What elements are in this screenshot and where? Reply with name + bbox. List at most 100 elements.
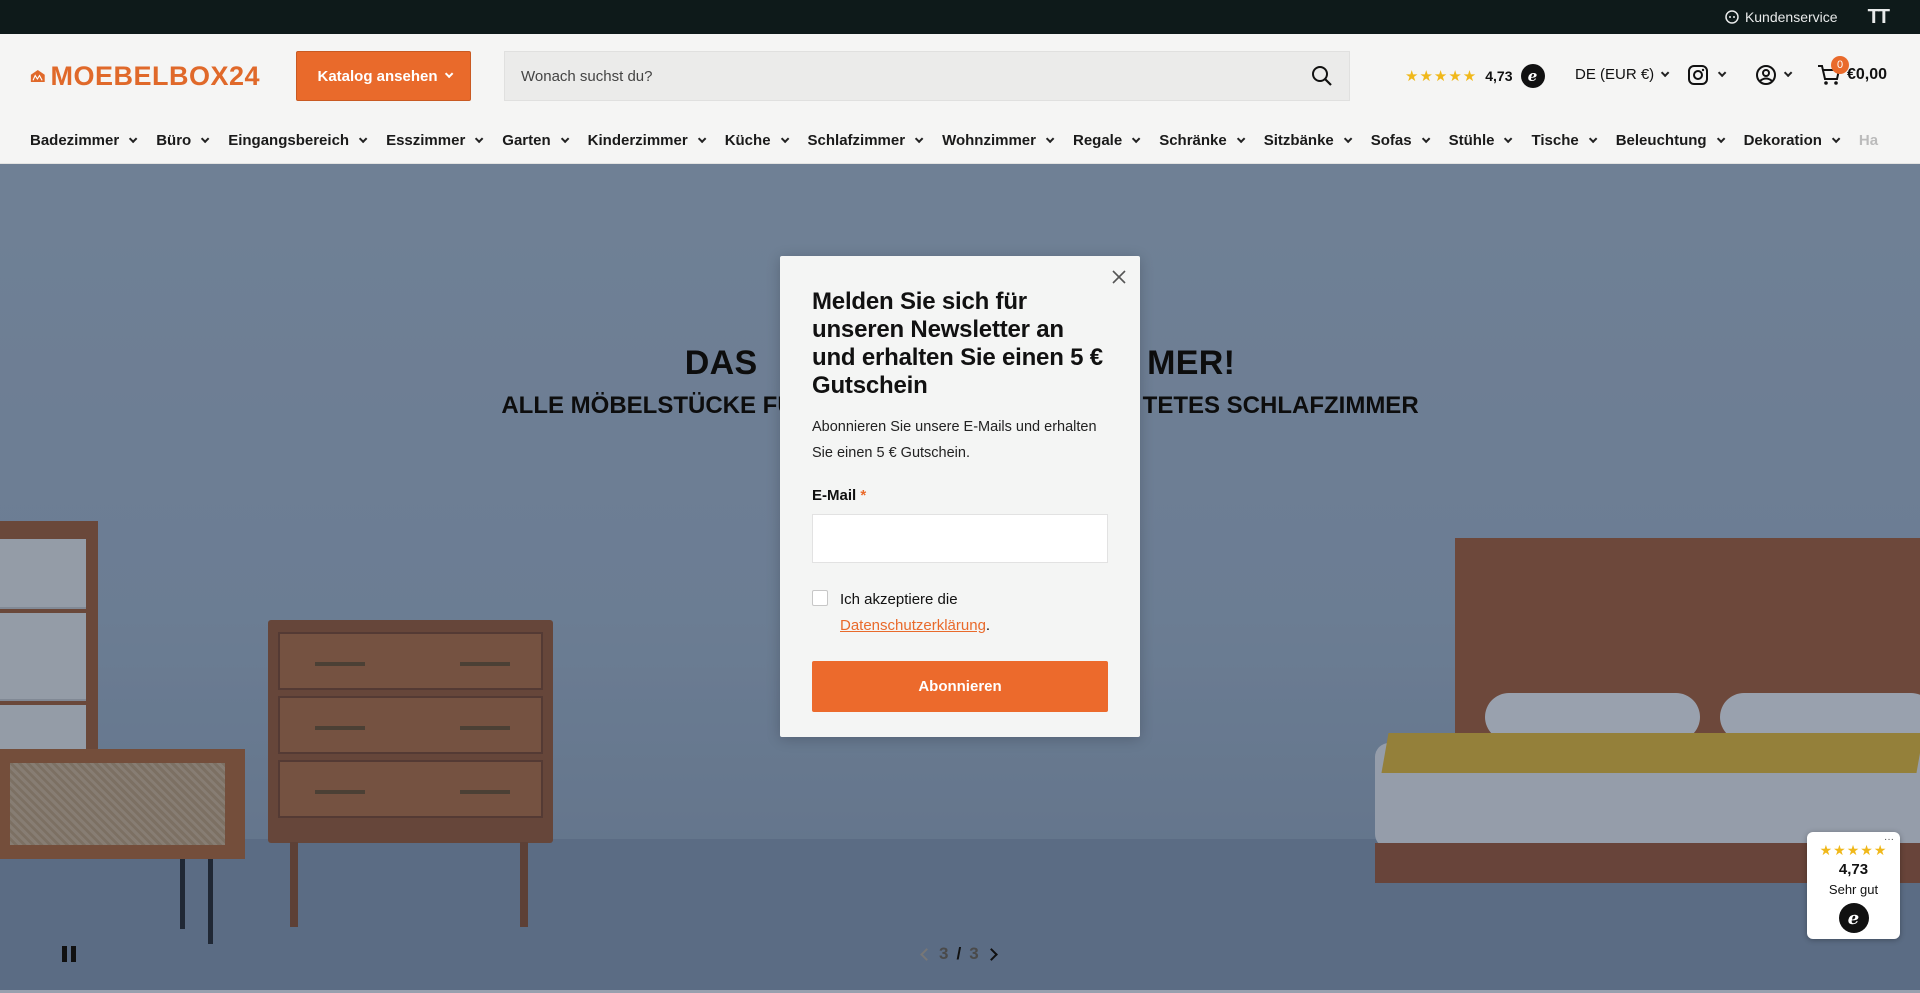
nav-item-0[interactable]: Badezimmer [30, 132, 138, 149]
customer-service-label: Kundenservice [1744, 9, 1838, 25]
nav-item-overflow[interactable]: Ha [1859, 132, 1878, 149]
nav-item-label: Garten [502, 132, 551, 149]
modal-description: Abonnieren Sie unsere E-Mails und erhalt… [812, 419, 1097, 462]
slideshow-pause-button[interactable] [62, 946, 76, 962]
nav-item-label: Sofas [1370, 132, 1412, 149]
consent-text: Ich akzeptiere die Datenschutzerklärung. [840, 590, 991, 634]
nav-item-label: Küche [724, 132, 771, 149]
nav-item-16[interactable]: Dekoration [1743, 132, 1841, 149]
nav-item-5[interactable]: Kinderzimmer [587, 132, 707, 149]
main-nav: Badezimmer Büro Eingangsbereich Esszimmer Ga… [0, 118, 1920, 164]
text-size-icon[interactable]: TT [1868, 6, 1890, 29]
search-bar [504, 51, 1350, 101]
nav-item-1[interactable]: Büro [156, 132, 210, 149]
user-icon [1756, 65, 1776, 85]
chevron-down-icon [1421, 134, 1430, 143]
nav-item-6[interactable]: Küche [724, 132, 789, 149]
nav-item-2[interactable]: Eingangsbereich [228, 132, 368, 149]
nav-item-label: Stühle [1448, 132, 1495, 149]
nav-item-label: Regale [1072, 132, 1123, 149]
nav-item-label: Sitzbänke [1263, 132, 1334, 149]
customer-service-link[interactable]: Kundenservice [1725, 9, 1838, 25]
catalog-button[interactable]: Katalog ansehen [296, 51, 471, 101]
nav-item-label: Eingangsbereich [228, 132, 350, 149]
locale-label: DE (EUR €) [1575, 66, 1655, 83]
chevron-down-icon [129, 134, 138, 143]
chevron-down-icon [444, 69, 453, 79]
chevron-right-icon[interactable] [984, 947, 998, 961]
header-rating[interactable]: ★★★★★ 4,73 e [1405, 64, 1545, 88]
slide-total: 3 [969, 944, 979, 963]
slideshow-pager: 3 / 3 [920, 944, 998, 964]
badge-verdict: Sehr gut [1828, 882, 1879, 897]
modal-title: Melden Sie sich für unseren Newsletter a… [812, 288, 1103, 400]
instagram-menu[interactable] [1687, 64, 1727, 86]
chevron-down-icon [1343, 134, 1353, 143]
nav-item-label: Tische [1531, 132, 1579, 149]
badge-stars: ★★★★★ [1819, 842, 1888, 858]
search-input[interactable] [521, 67, 1311, 85]
cart-button[interactable]: 0 €0,00 [1817, 56, 1888, 86]
site-header: MOEBELBOX24 Katalog ansehen ★★★★★ 4,73 e… [0, 34, 1920, 118]
trusted-shops-badge[interactable]: ··· ★★★★★ 4,73 Sehr gut e [1807, 832, 1900, 939]
nav-item-10[interactable]: Schränke [1159, 132, 1246, 149]
slide-separator: / [956, 944, 962, 963]
nav-item-label: Büro [156, 132, 192, 149]
chevron-down-icon [358, 134, 368, 143]
trusted-shops-icon: e [1838, 903, 1869, 933]
chevron-down-icon [914, 134, 924, 143]
logo-text: MOEBELBOX24 [50, 60, 260, 91]
chevron-down-icon [560, 134, 570, 143]
nav-item-label: Badezimmer [30, 132, 120, 149]
nav-item-8[interactable]: Wohnzimmer [942, 132, 1055, 149]
nav-item-4[interactable]: Garten [502, 132, 570, 149]
chevron-down-icon [1717, 68, 1727, 78]
chevron-down-icon [1783, 68, 1793, 78]
email-field[interactable] [812, 513, 1108, 563]
badge-more-icon[interactable]: ··· [1884, 834, 1894, 845]
search-icon[interactable] [1311, 65, 1333, 87]
subscribe-button[interactable]: Abonnieren [812, 661, 1108, 712]
newsletter-modal: Melden Sie sich für unseren Newsletter a… [780, 256, 1140, 737]
nav-item-label: Schränke [1159, 132, 1227, 149]
chevron-left-icon[interactable] [920, 947, 933, 961]
instagram-icon [1688, 65, 1708, 85]
nav-item-13[interactable]: Stühle [1448, 132, 1513, 149]
nav-item-9[interactable]: Regale [1072, 132, 1141, 149]
required-mark: * [860, 486, 867, 504]
trusted-shops-icon: e [1520, 64, 1545, 88]
nav-item-label: Kinderzimmer [587, 132, 688, 149]
chevron-down-icon [1504, 134, 1513, 143]
rating-stars: ★★★★★ [1405, 68, 1478, 85]
nav-item-11[interactable]: Sitzbänke [1263, 132, 1353, 149]
catalog-button-label: Katalog ansehen [317, 67, 438, 85]
nav-item-label: Wohnzimmer [942, 132, 1036, 149]
nav-item-label: Schlafzimmer [807, 132, 906, 149]
nav-item-15[interactable]: Beleuchtung [1615, 132, 1725, 149]
logo-mark-icon [30, 69, 45, 83]
chevron-down-icon [1716, 134, 1725, 143]
nav-item-7[interactable]: Schlafzimmer [807, 132, 924, 149]
nav-item-14[interactable]: Tische [1531, 132, 1598, 149]
cart-count-badge: 0 [1831, 56, 1849, 74]
cart-total: €0,00 [1847, 66, 1888, 83]
rating-value: 4,73 [1485, 68, 1513, 84]
chevron-down-icon [1045, 134, 1055, 143]
nav-item-label: Dekoration [1743, 132, 1822, 149]
nav-item-label: Esszimmer [386, 132, 466, 149]
consent-checkbox[interactable] [812, 589, 828, 606]
nav-item-3[interactable]: Esszimmer [386, 132, 484, 149]
logo[interactable]: MOEBELBOX24 [30, 59, 260, 93]
email-label: E-Mail * [812, 486, 867, 504]
slide-current: 3 [939, 944, 949, 963]
account-menu[interactable] [1755, 64, 1793, 86]
chevron-down-icon [1132, 134, 1141, 143]
locale-selector[interactable]: DE (EUR €) [1575, 66, 1670, 83]
nav-item-label: Beleuchtung [1615, 132, 1707, 149]
chevron-down-icon [697, 134, 707, 143]
badge-score: 4,73 [1838, 861, 1869, 878]
close-icon[interactable] [1110, 268, 1128, 286]
nav-item-12[interactable]: Sofas [1370, 132, 1430, 149]
privacy-policy-link[interactable]: Datenschutzerklärung [840, 617, 986, 634]
chat-icon [1725, 10, 1739, 24]
